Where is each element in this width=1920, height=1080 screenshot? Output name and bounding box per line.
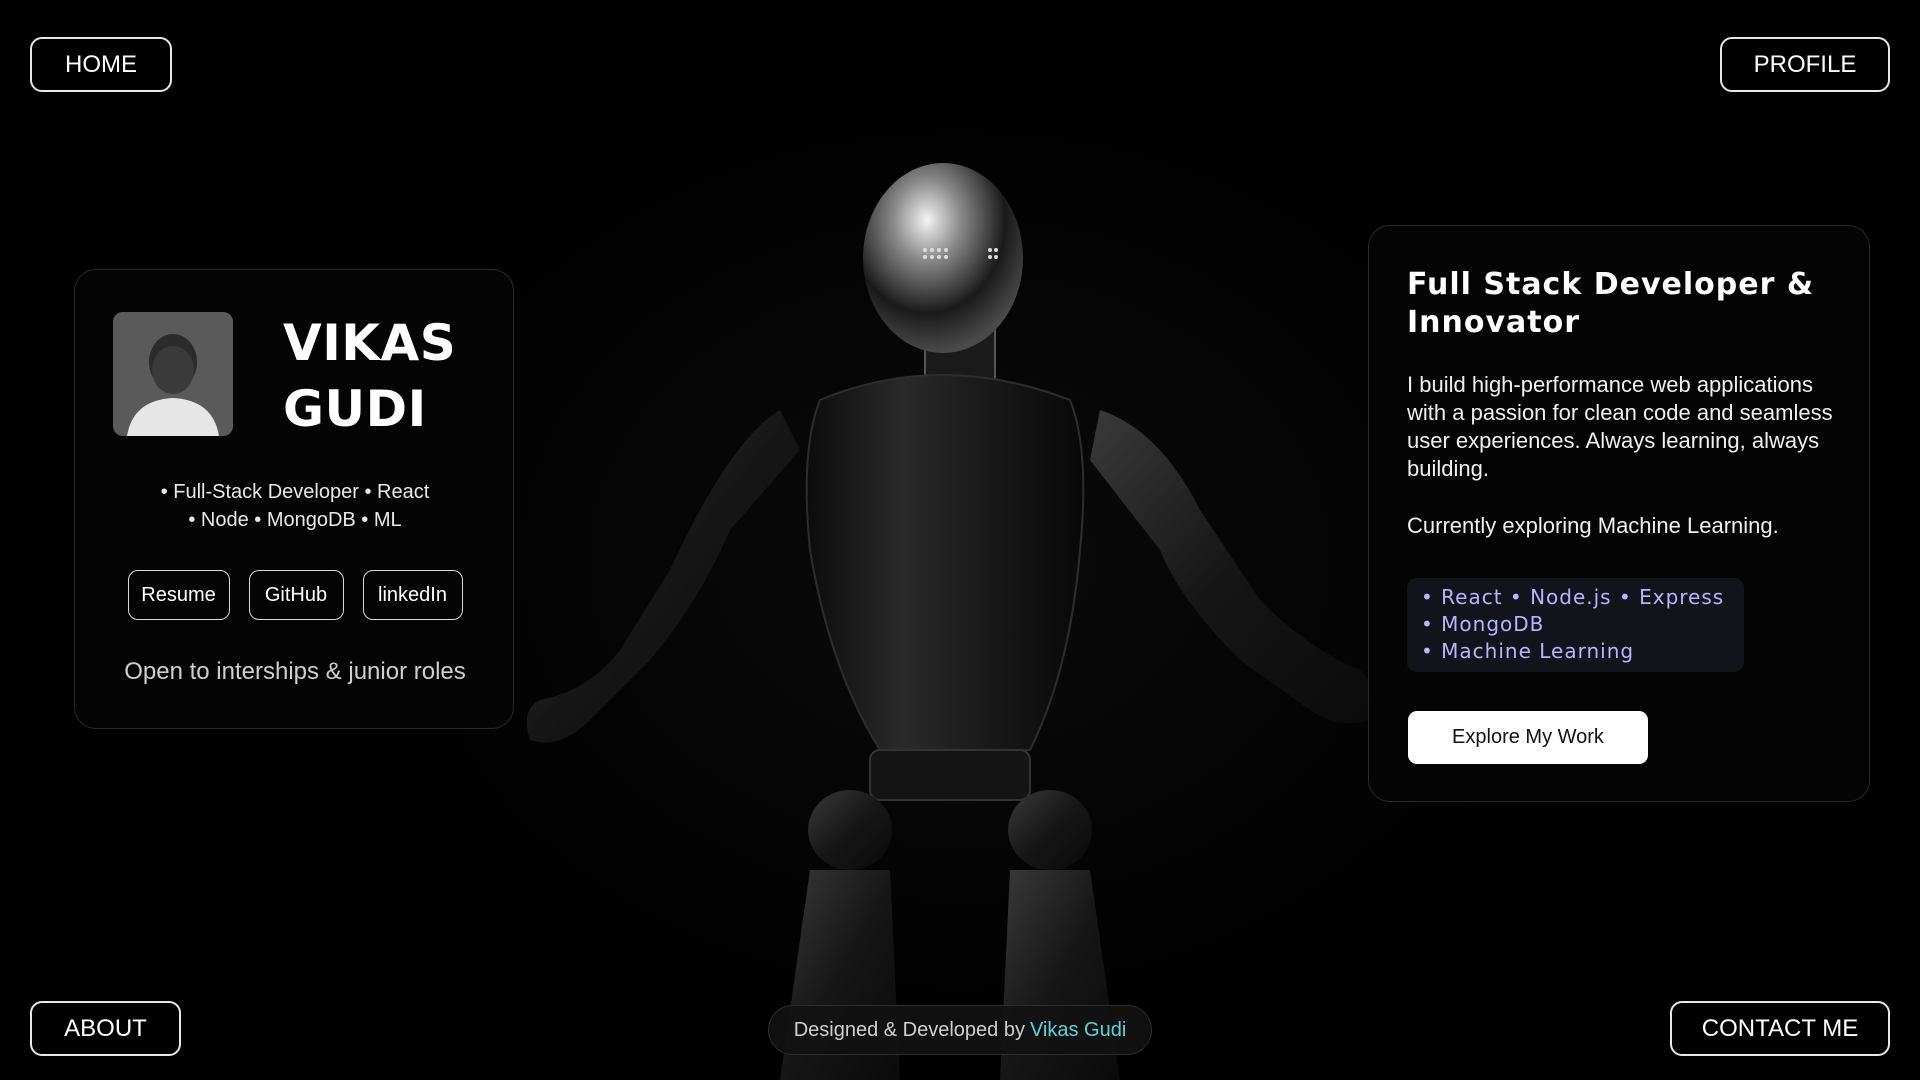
skills-line-1: • Full-Stack Developer • React [160,481,430,503]
name-last: GUDI [283,380,427,438]
linkedin-link[interactable]: linkedIn [362,570,463,620]
about-button[interactable]: ABOUT [30,1001,181,1056]
credit-prefix: Designed & Developed by [793,1018,1025,1041]
bio-text: I build high-performance web application… [1407,372,1833,481]
profile-card: VIKAS GUDI • Full-Stack Developer • Reac… [74,269,514,729]
tech-stack-box: • React • Node.js • Express • MongoDB • … [1407,578,1744,672]
tech-line-2: • MongoDB [1421,612,1545,636]
avatar [113,312,233,436]
skills-line-2: • Node • MongoDB • ML [188,509,402,531]
profile-button[interactable]: PROFILE [1720,37,1890,92]
robot-illustration [526,163,1374,1080]
github-link[interactable]: GitHub [248,570,344,620]
profile-links: Resume GitHub linkedIn [75,570,515,620]
skills-summary: • Full-Stack Developer • React • Node • … [95,478,495,534]
about-card: Full Stack Developer & Innovator I build… [1368,225,1870,802]
name-first: VIKAS [283,314,457,372]
availability-text: Open to interships & junior roles [124,658,466,685]
tech-line-1: • React • Node.js • Express [1421,585,1725,609]
role-title: Full Stack Developer & Innovator [1407,267,1815,340]
profile-name: VIKAS GUDI [283,310,503,442]
resume-link[interactable]: Resume [127,570,230,620]
footer-credit: Designed & Developed by Vikas Gudi [768,1005,1152,1055]
hero-stage: HOME PROFILE ABOUT CONTACT ME VIKAS GUDI… [0,0,1920,1080]
home-button[interactable]: HOME [30,37,172,92]
credit-name[interactable]: Vikas Gudi [1030,1019,1126,1042]
explore-work-button[interactable]: Explore My Work [1408,711,1648,764]
contact-button[interactable]: CONTACT ME [1670,1001,1890,1056]
tech-line-3: • Machine Learning [1421,639,1635,663]
exploring-text: Currently exploring Machine Learning. [1407,513,1779,538]
